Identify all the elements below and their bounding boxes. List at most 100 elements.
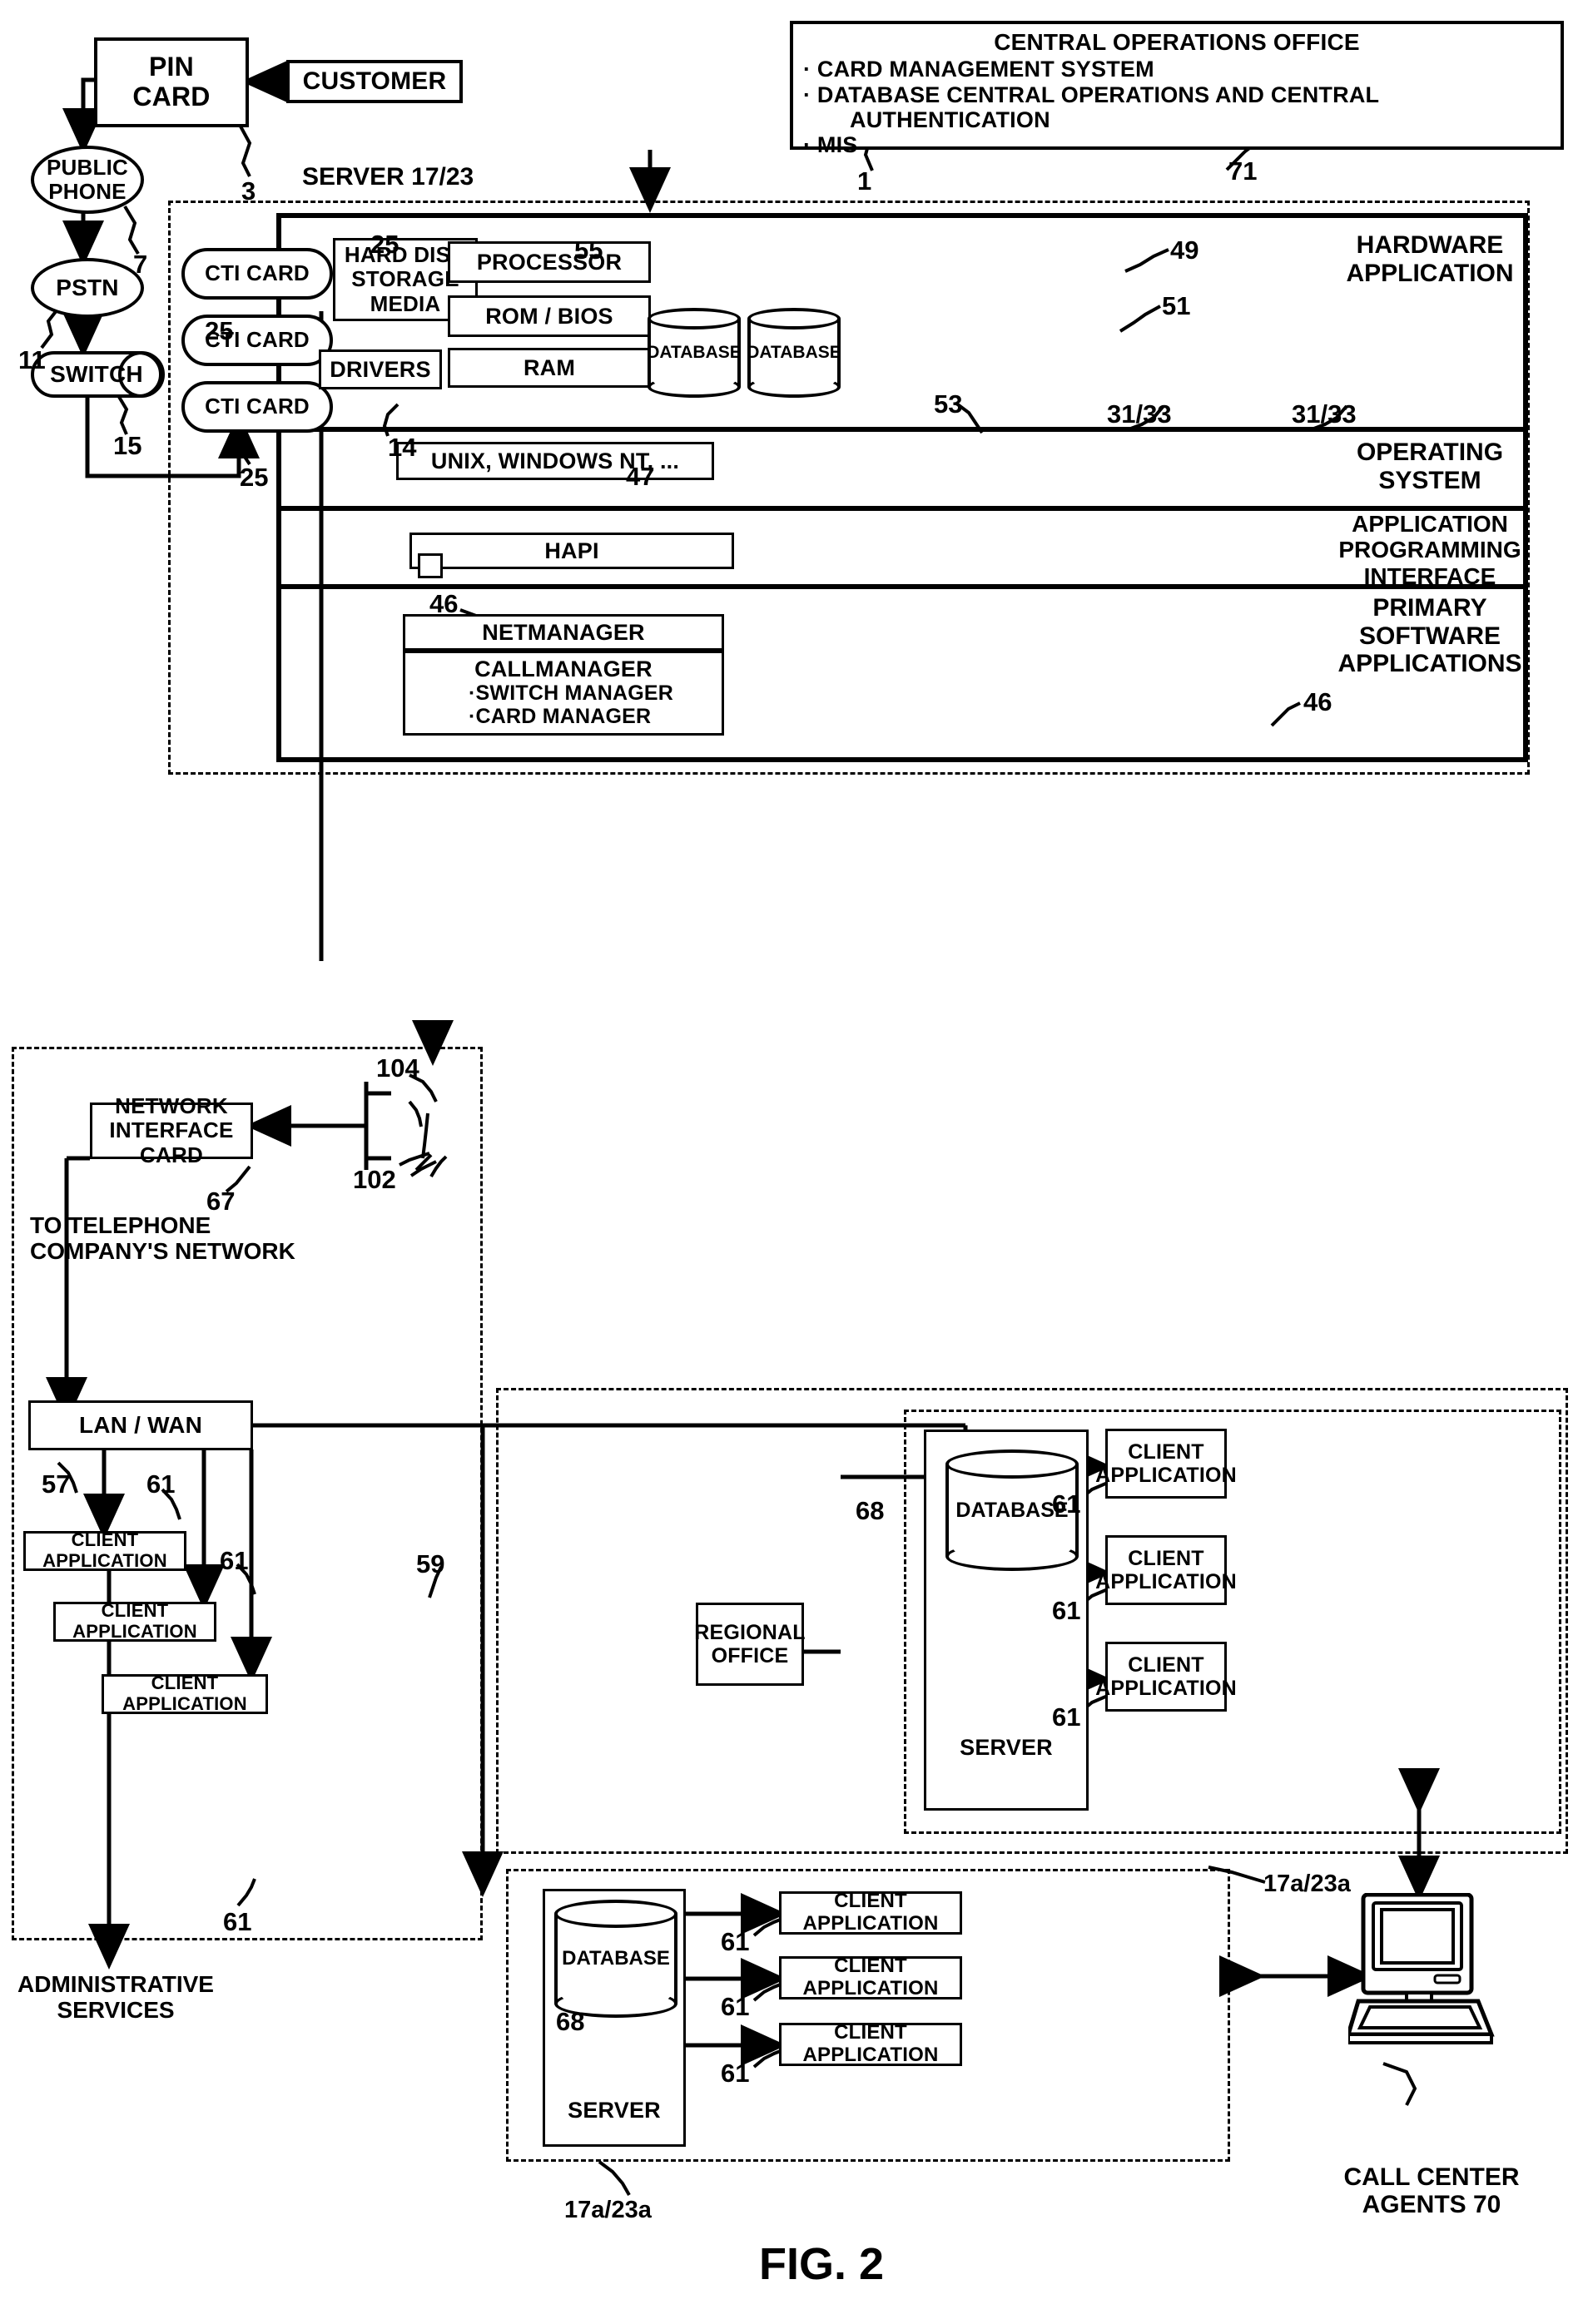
cti-card-3-label: CTI CARD	[205, 394, 310, 419]
bottom-client-application-2[interactable]: CLIENT APPLICATION	[779, 1955, 962, 1999]
bottom-client-2-label: CLIENT APPLICATION	[802, 1955, 939, 1999]
central-office-bullet-1: · CARD MANAGEMENT SYSTEM	[803, 57, 1154, 82]
mid-server-label: SERVER	[960, 1734, 1053, 1760]
network-interface-card-box[interactable]: NETWORK INTERFACE CARD	[90, 1094, 253, 1167]
regional-office-box[interactable]: REGIONAL OFFICE	[694, 1603, 806, 1686]
hardware-application-section-title: HARDWARE APPLICATION	[1346, 231, 1514, 287]
ref-61-b: 61	[220, 1546, 249, 1575]
mid-client-application-2[interactable]: CLIENT APPLICATION	[1095, 1535, 1237, 1605]
operating-system-box[interactable]: UNIX, WINDOWS NT, ...	[396, 442, 714, 480]
mid-client-1-label: CLIENT APPLICATION	[1095, 1440, 1237, 1487]
ref-46-bot: 46	[1303, 687, 1332, 716]
ref-102: 102	[353, 1165, 396, 1194]
drivers-label: DRIVERS	[330, 356, 431, 382]
central-office-bullet-4: · MIS	[803, 132, 858, 158]
admin-client-application-3[interactable]: CLIENT APPLICATION	[102, 1672, 268, 1714]
ref-11: 11	[18, 345, 46, 374]
central-operations-office-box[interactable]: CENTRAL OPERATIONS OFFICE · CARD MANAGEM…	[790, 21, 1564, 157]
processor-box[interactable]: PROCESSOR	[448, 241, 651, 283]
ref-17a-23a-top: 17a/23a	[1263, 1871, 1351, 1897]
ref-46-top: 46	[429, 589, 459, 618]
api-section-title: APPLICATION PROGRAMMING INTERFACE	[1338, 511, 1521, 589]
patent-figure-canvas: PIN CARD CUSTOMER PUBLIC PHONE PSTN SWIT…	[0, 0, 1588, 2324]
ref-51: 51	[1162, 291, 1191, 320]
database-cylinder-b[interactable]: DATABASE	[747, 308, 841, 398]
mid-client-3-label: CLIENT APPLICATION	[1095, 1653, 1237, 1700]
ref-31-33-b: 31/33	[1292, 399, 1357, 429]
central-office-title: CENTRAL OPERATIONS OFFICE	[994, 29, 1360, 55]
ref-59: 59	[416, 1549, 445, 1578]
hapi-connector-stub	[418, 553, 443, 578]
mid-client-application-3[interactable]: CLIENT APPLICATION	[1095, 1642, 1237, 1712]
administrative-region-boundary	[12, 1047, 483, 1940]
cti-card-1-label: CTI CARD	[205, 260, 310, 286]
ref-1: 1	[857, 166, 872, 196]
pstn-node[interactable]: PSTN	[31, 258, 144, 318]
admin-client-2-label: CLIENT APPLICATION	[72, 1600, 197, 1642]
lan-wan-label: LAN / WAN	[78, 1412, 202, 1439]
mid-client-2-label: CLIENT APPLICATION	[1095, 1547, 1237, 1593]
ref-17a-23a-bottom: 17a/23a	[564, 2197, 652, 2223]
figure-label: FIG. 2	[759, 2239, 885, 2289]
pin-card-box[interactable]: PIN CARD	[94, 37, 249, 127]
cti-card-1[interactable]: CTI CARD	[181, 248, 333, 300]
admin-client-application-2[interactable]: CLIENT APPLICATION	[53, 1600, 216, 1642]
ref-61-g: 61	[721, 1927, 750, 1956]
callmanager-title: CALLMANAGER	[474, 657, 653, 681]
ref-49: 49	[1170, 235, 1199, 265]
admin-client-application-1[interactable]: CLIENT APPLICATION	[23, 1529, 186, 1571]
bottom-server-database-cylinder[interactable]: DATABASE	[554, 1900, 677, 2018]
call-center-computer-icon	[1345, 1892, 1498, 2051]
customer-label: CUSTOMER	[302, 67, 447, 96]
bottom-client-1-label: CLIENT APPLICATION	[802, 1890, 939, 1935]
ref-61-d: 61	[1052, 1489, 1081, 1519]
database-b-label: DATABASE	[747, 343, 841, 362]
ref-31-33-a: 31/33	[1107, 399, 1172, 429]
callmanager-box[interactable]: CALLMANAGER ·SWITCH MANAGER ·CARD MANAGE…	[403, 651, 724, 736]
ref-71: 71	[1228, 156, 1258, 186]
admin-client-3-label: CLIENT APPLICATION	[122, 1672, 247, 1714]
ref-61-f: 61	[1052, 1702, 1081, 1732]
drivers-box[interactable]: DRIVERS	[319, 349, 442, 389]
ref-3: 3	[241, 176, 256, 206]
mid-client-application-1[interactable]: CLIENT APPLICATION	[1095, 1429, 1237, 1499]
callmanager-bullet-switch: ·SWITCH MANAGER	[469, 681, 674, 706]
ref-68-bot: 68	[556, 2007, 585, 2036]
ref-7: 7	[133, 250, 148, 279]
ref-15: 15	[113, 431, 142, 460]
admin-client-1-label: CLIENT APPLICATION	[42, 1529, 167, 1571]
netmanager-label: NETMANAGER	[482, 619, 645, 645]
ref-57: 57	[42, 1469, 71, 1499]
central-office-bullet-3: AUTHENTICATION	[850, 107, 1050, 132]
nic-label: NETWORK INTERFACE CARD	[109, 1093, 234, 1167]
ref-25-mid: 25	[205, 316, 234, 345]
ram-box[interactable]: RAM	[448, 348, 651, 388]
bottom-client-3-label: CLIENT APPLICATION	[802, 2021, 939, 2066]
ref-53: 53	[934, 389, 963, 419]
bottom-db-label: DATABASE	[562, 1947, 670, 1970]
public-phone-node[interactable]: PUBLIC PHONE	[31, 146, 144, 214]
ref-61-i: 61	[721, 2059, 750, 2088]
to-telephone-company-network-label: TO TELEPHONE COMPANY'S NETWORK	[30, 1212, 295, 1264]
lan-wan-box[interactable]: LAN / WAN	[28, 1400, 253, 1450]
hapi-label: HAPI	[544, 538, 599, 563]
ref-14: 14	[388, 433, 417, 462]
customer-box[interactable]: CUSTOMER	[286, 60, 463, 103]
database-a-label: DATABASE	[647, 343, 742, 362]
ref-61-a: 61	[146, 1469, 176, 1499]
bottom-client-application-1[interactable]: CLIENT APPLICATION	[779, 1890, 962, 1935]
netmanager-box[interactable]: NETMANAGER	[403, 614, 724, 651]
bottom-client-application-3[interactable]: CLIENT APPLICATION	[779, 2021, 962, 2066]
ref-61-h: 61	[721, 1992, 750, 2021]
ref-61-e: 61	[1052, 1596, 1081, 1625]
ref-104: 104	[376, 1053, 419, 1083]
hapi-box[interactable]: HAPI	[409, 533, 734, 569]
pin-card-label: PIN CARD	[132, 52, 211, 111]
ref-68-mid: 68	[856, 1496, 885, 1525]
switch-cylinder-end	[118, 351, 165, 398]
bottom-server-label: SERVER	[568, 2097, 661, 2123]
cti-card-3[interactable]: CTI CARD	[181, 381, 333, 433]
database-cylinder-a[interactable]: DATABASE	[647, 308, 742, 398]
rom-bios-box[interactable]: ROM / BIOS	[448, 295, 651, 337]
server-17-23-label: SERVER 17/23	[302, 163, 474, 191]
